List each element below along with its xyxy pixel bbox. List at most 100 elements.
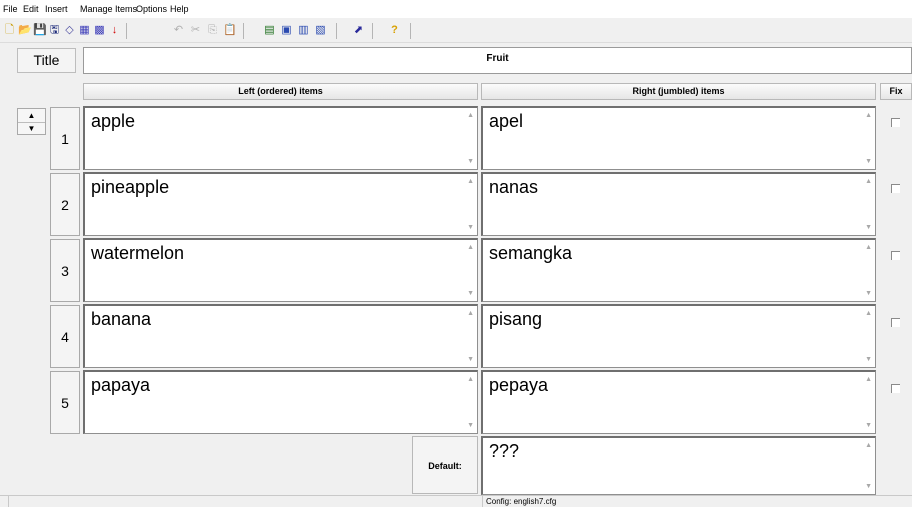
scroll-down-icon[interactable]: ▼: [467, 290, 474, 298]
left-item-text: watermelon: [91, 243, 185, 263]
scroll-up-icon[interactable]: ▲: [865, 178, 872, 186]
scroll-down-icon[interactable]: ▼: [865, 290, 872, 298]
move-row-spinner: ▲ ▼: [17, 108, 46, 135]
scroll-down-icon[interactable]: ▼: [865, 422, 872, 430]
left-item-text: banana: [91, 309, 152, 329]
left-item-text: apple: [91, 111, 136, 131]
scroll-down-icon[interactable]: ▼: [865, 356, 872, 364]
undo-icon[interactable]: ↶: [172, 24, 185, 37]
fix-header: Fix: [880, 83, 912, 100]
left-items-header: Left (ordered) items: [83, 83, 478, 100]
fix-checkbox[interactable]: [891, 384, 900, 393]
left-item-text: papaya: [91, 375, 151, 395]
toolbar-separator: [372, 23, 373, 39]
default-text: ???: [489, 441, 520, 461]
split-items-icon[interactable]: ▥: [297, 24, 310, 37]
paste-icon[interactable]: 📋: [223, 24, 237, 37]
default-field[interactable]: ??? ▲ ▼: [481, 436, 876, 495]
row-number-button[interactable]: 3: [50, 239, 80, 302]
scroll-up-icon[interactable]: ▲: [467, 310, 474, 318]
menu-bar: File Edit Insert Manage Items Options He…: [0, 0, 912, 18]
right-item-field[interactable]: apel ▲ ▼: [481, 106, 876, 170]
status-config-text: Config: english7.cfg: [486, 497, 557, 506]
left-item-field[interactable]: pineapple ▲ ▼: [83, 172, 478, 236]
shuffle-icon[interactable]: ▦: [78, 24, 91, 37]
default-label: Default:: [412, 436, 478, 494]
row-number-button[interactable]: 1: [50, 107, 80, 170]
new-file-icon[interactable]: 🗋: [3, 24, 16, 37]
menu-insert[interactable]: Insert: [45, 4, 68, 14]
add-items-icon[interactable]: ▤: [263, 24, 276, 37]
row-number-button[interactable]: 5: [50, 371, 80, 434]
scroll-up-icon[interactable]: ▲: [865, 244, 872, 252]
status-segment: [482, 496, 483, 507]
menu-help[interactable]: Help: [170, 4, 189, 14]
right-item-text: pepaya: [489, 375, 549, 395]
save-as-icon[interactable]: 🖫: [48, 24, 61, 37]
title-value: Fruit: [486, 53, 509, 64]
title-field[interactable]: Fruit: [83, 47, 912, 74]
scroll-up-icon[interactable]: ▲: [467, 244, 474, 252]
scroll-down-icon[interactable]: ▼: [467, 422, 474, 430]
save-icon[interactable]: 💾: [33, 24, 47, 37]
help-icon[interactable]: ?: [388, 24, 401, 37]
row-number-button[interactable]: 2: [50, 173, 80, 236]
copy-icon[interactable]: ⎘: [206, 24, 219, 37]
right-item-field[interactable]: nanas ▲ ▼: [481, 172, 876, 236]
left-item-field[interactable]: banana ▲ ▼: [83, 304, 478, 368]
scroll-up-icon[interactable]: ▲: [467, 112, 474, 120]
move-down-icon[interactable]: ↓: [108, 24, 121, 37]
menu-options[interactable]: Options: [136, 4, 167, 14]
right-item-text: semangka: [489, 243, 573, 263]
status-bar: Config: english7.cfg: [0, 495, 912, 507]
menu-edit[interactable]: Edit: [23, 4, 39, 14]
scroll-up-icon[interactable]: ▲: [865, 112, 872, 120]
clipboard-items-icon[interactable]: ▣: [280, 24, 293, 37]
scroll-down-icon[interactable]: ▼: [467, 356, 474, 364]
left-item-text: pineapple: [91, 177, 170, 197]
scroll-up-icon[interactable]: ▲: [467, 376, 474, 384]
fix-checkbox[interactable]: [891, 118, 900, 127]
cut-icon[interactable]: ✂: [189, 24, 202, 37]
toolbar: 🗋 📂 💾 🖫 ◇ ▦ ▩ ↓ ↶ ✂ ⎘ 📋 ▤ ▣ ▥ ▧ ⬈ ?: [0, 19, 912, 43]
scroll-down-icon[interactable]: ▼: [865, 224, 872, 232]
scroll-down-icon[interactable]: ▼: [467, 224, 474, 232]
scroll-down-icon[interactable]: ▼: [865, 158, 872, 166]
toolbar-separator: [126, 23, 127, 39]
right-items-header: Right (jumbled) items: [481, 83, 876, 100]
scroll-down-icon[interactable]: ▼: [467, 158, 474, 166]
move-down-button[interactable]: ▼: [18, 122, 45, 135]
status-segment: [8, 496, 9, 507]
scroll-up-icon[interactable]: ▲: [865, 310, 872, 318]
left-item-field[interactable]: watermelon ▲ ▼: [83, 238, 478, 302]
right-item-text: apel: [489, 111, 524, 131]
fix-checkbox[interactable]: [891, 251, 900, 260]
left-item-field[interactable]: papaya ▲ ▼: [83, 370, 478, 434]
scroll-down-icon[interactable]: ▼: [865, 483, 872, 491]
right-item-field[interactable]: pisang ▲ ▼: [481, 304, 876, 368]
join-items-icon[interactable]: ▧: [314, 24, 327, 37]
scroll-up-icon[interactable]: ▲: [865, 376, 872, 384]
eraser-icon[interactable]: ◇: [63, 24, 76, 37]
menu-file[interactable]: File: [3, 4, 18, 14]
triangle-up-icon: ▲: [27, 111, 36, 120]
scroll-up-icon[interactable]: ▲: [865, 442, 872, 450]
row-number-button[interactable]: 4: [50, 305, 80, 368]
open-folder-icon[interactable]: 📂: [18, 24, 32, 37]
scroll-up-icon[interactable]: ▲: [467, 178, 474, 186]
right-item-text: nanas: [489, 177, 539, 197]
fix-checkbox[interactable]: [891, 184, 900, 193]
triangle-down-icon: ▼: [27, 124, 36, 133]
right-item-field[interactable]: semangka ▲ ▼: [481, 238, 876, 302]
left-item-field[interactable]: apple ▲ ▼: [83, 106, 478, 170]
menu-manage-items[interactable]: Manage Items: [80, 4, 137, 14]
toolbar-separator: [410, 23, 411, 39]
export-icon[interactable]: ⬈: [352, 24, 365, 37]
shuffle-all-icon[interactable]: ▩: [93, 24, 106, 37]
move-up-button[interactable]: ▲: [18, 109, 45, 123]
toolbar-separator: [336, 23, 337, 39]
right-item-text: pisang: [489, 309, 543, 329]
fix-checkbox[interactable]: [891, 318, 900, 327]
title-button[interactable]: Title: [17, 48, 76, 73]
right-item-field[interactable]: pepaya ▲ ▼: [481, 370, 876, 434]
